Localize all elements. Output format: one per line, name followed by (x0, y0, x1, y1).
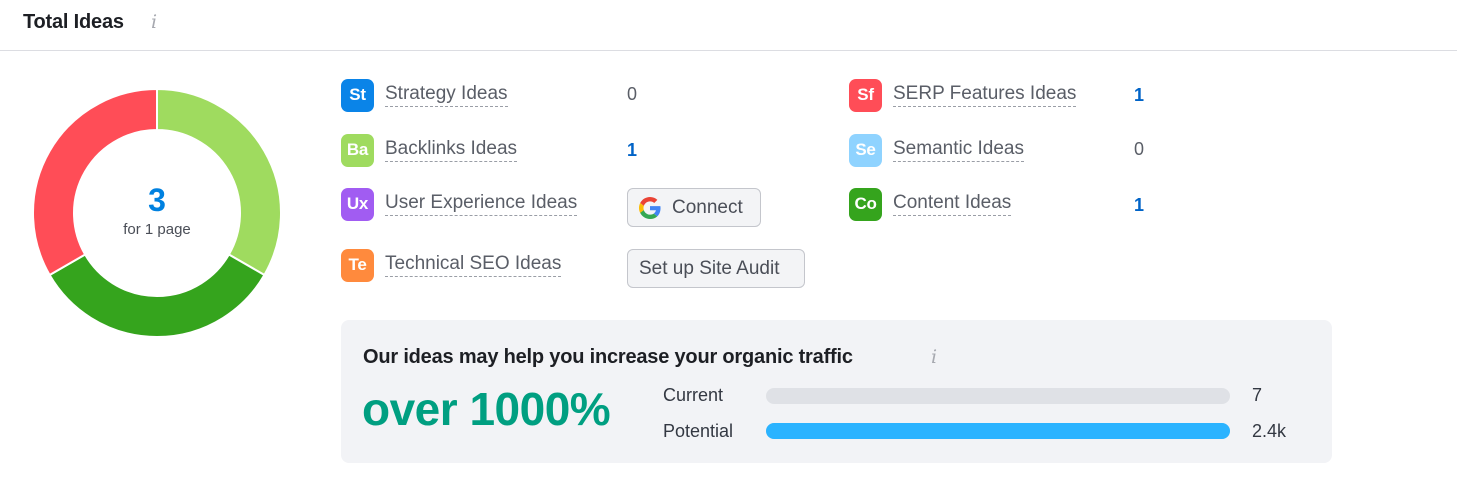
user-experience-badge-icon: Ux (341, 187, 374, 221)
technical-seo-badge-icon: Te (341, 248, 374, 282)
idea-row-technical-seo: Te Technical SEO Ideas (341, 248, 562, 282)
card-title: Total Ideas (23, 11, 124, 33)
technical-seo-ideas-link[interactable]: Technical SEO Ideas (385, 253, 562, 277)
current-traffic-bar (766, 388, 1230, 404)
strategy-ideas-count: 0 (627, 84, 638, 104)
traffic-increase-value: over 1000% (362, 383, 611, 435)
semantic-badge-icon: Se (849, 133, 882, 167)
set-up-site-audit-label: Set up Site Audit (639, 257, 780, 279)
connect-button-label: Connect (672, 196, 743, 218)
idea-row-serp-features: Sf SERP Features Ideas (849, 78, 1077, 112)
potential-traffic-bar-fill (766, 423, 1230, 439)
serp-features-ideas-count[interactable]: 1 (1134, 85, 1144, 106)
organic-traffic-panel: Our ideas may help you increase your org… (341, 320, 1332, 463)
potential-traffic-label: Potential (663, 421, 734, 441)
backlinks-badge-icon: Ba (341, 133, 374, 167)
strategy-ideas-link[interactable]: Strategy Ideas (385, 83, 508, 107)
backlinks-ideas-link[interactable]: Backlinks Ideas (385, 138, 518, 162)
current-traffic-label: Current (663, 385, 724, 405)
semantic-ideas-link[interactable]: Semantic Ideas (893, 138, 1024, 162)
serp-features-ideas-link[interactable]: SERP Features Ideas (893, 83, 1077, 107)
content-ideas-count[interactable]: 1 (1134, 195, 1144, 216)
potential-traffic-bar (766, 423, 1230, 439)
google-icon (639, 196, 661, 219)
info-icon[interactable]: i (931, 346, 937, 368)
content-ideas-link[interactable]: Content Ideas (893, 192, 1012, 216)
card-header: Total Ideas i (0, 0, 1457, 51)
content-badge-icon: Co (849, 187, 882, 221)
idea-row-content: Co Content Ideas (849, 187, 1012, 221)
user-experience-ideas-link[interactable]: User Experience Ideas (385, 192, 578, 216)
serp-features-badge-icon: Sf (849, 78, 882, 112)
donut-center: 3 for 1 page (32, 88, 282, 338)
total-ideas-count[interactable]: 3 (148, 183, 166, 217)
backlinks-ideas-count[interactable]: 1 (627, 140, 637, 161)
info-icon[interactable]: i (151, 11, 157, 33)
semantic-ideas-count: 0 (1134, 139, 1145, 159)
idea-row-strategy: St Strategy Ideas (341, 78, 508, 112)
idea-row-semantic: Se Semantic Ideas (849, 133, 1024, 167)
potential-traffic-value: 2.4k (1252, 421, 1287, 441)
total-ideas-subtitle: for 1 page (123, 220, 191, 238)
strategy-badge-icon: St (341, 78, 374, 112)
current-traffic-value: 7 (1252, 385, 1263, 405)
set-up-site-audit-button[interactable]: Set up Site Audit (627, 249, 805, 288)
idea-row-user-experience: Ux User Experience Ideas (341, 187, 578, 221)
connect-button[interactable]: Connect (627, 188, 761, 227)
idea-row-backlinks: Ba Backlinks Ideas (341, 133, 518, 167)
organic-traffic-title: Our ideas may help you increase your org… (363, 346, 853, 368)
